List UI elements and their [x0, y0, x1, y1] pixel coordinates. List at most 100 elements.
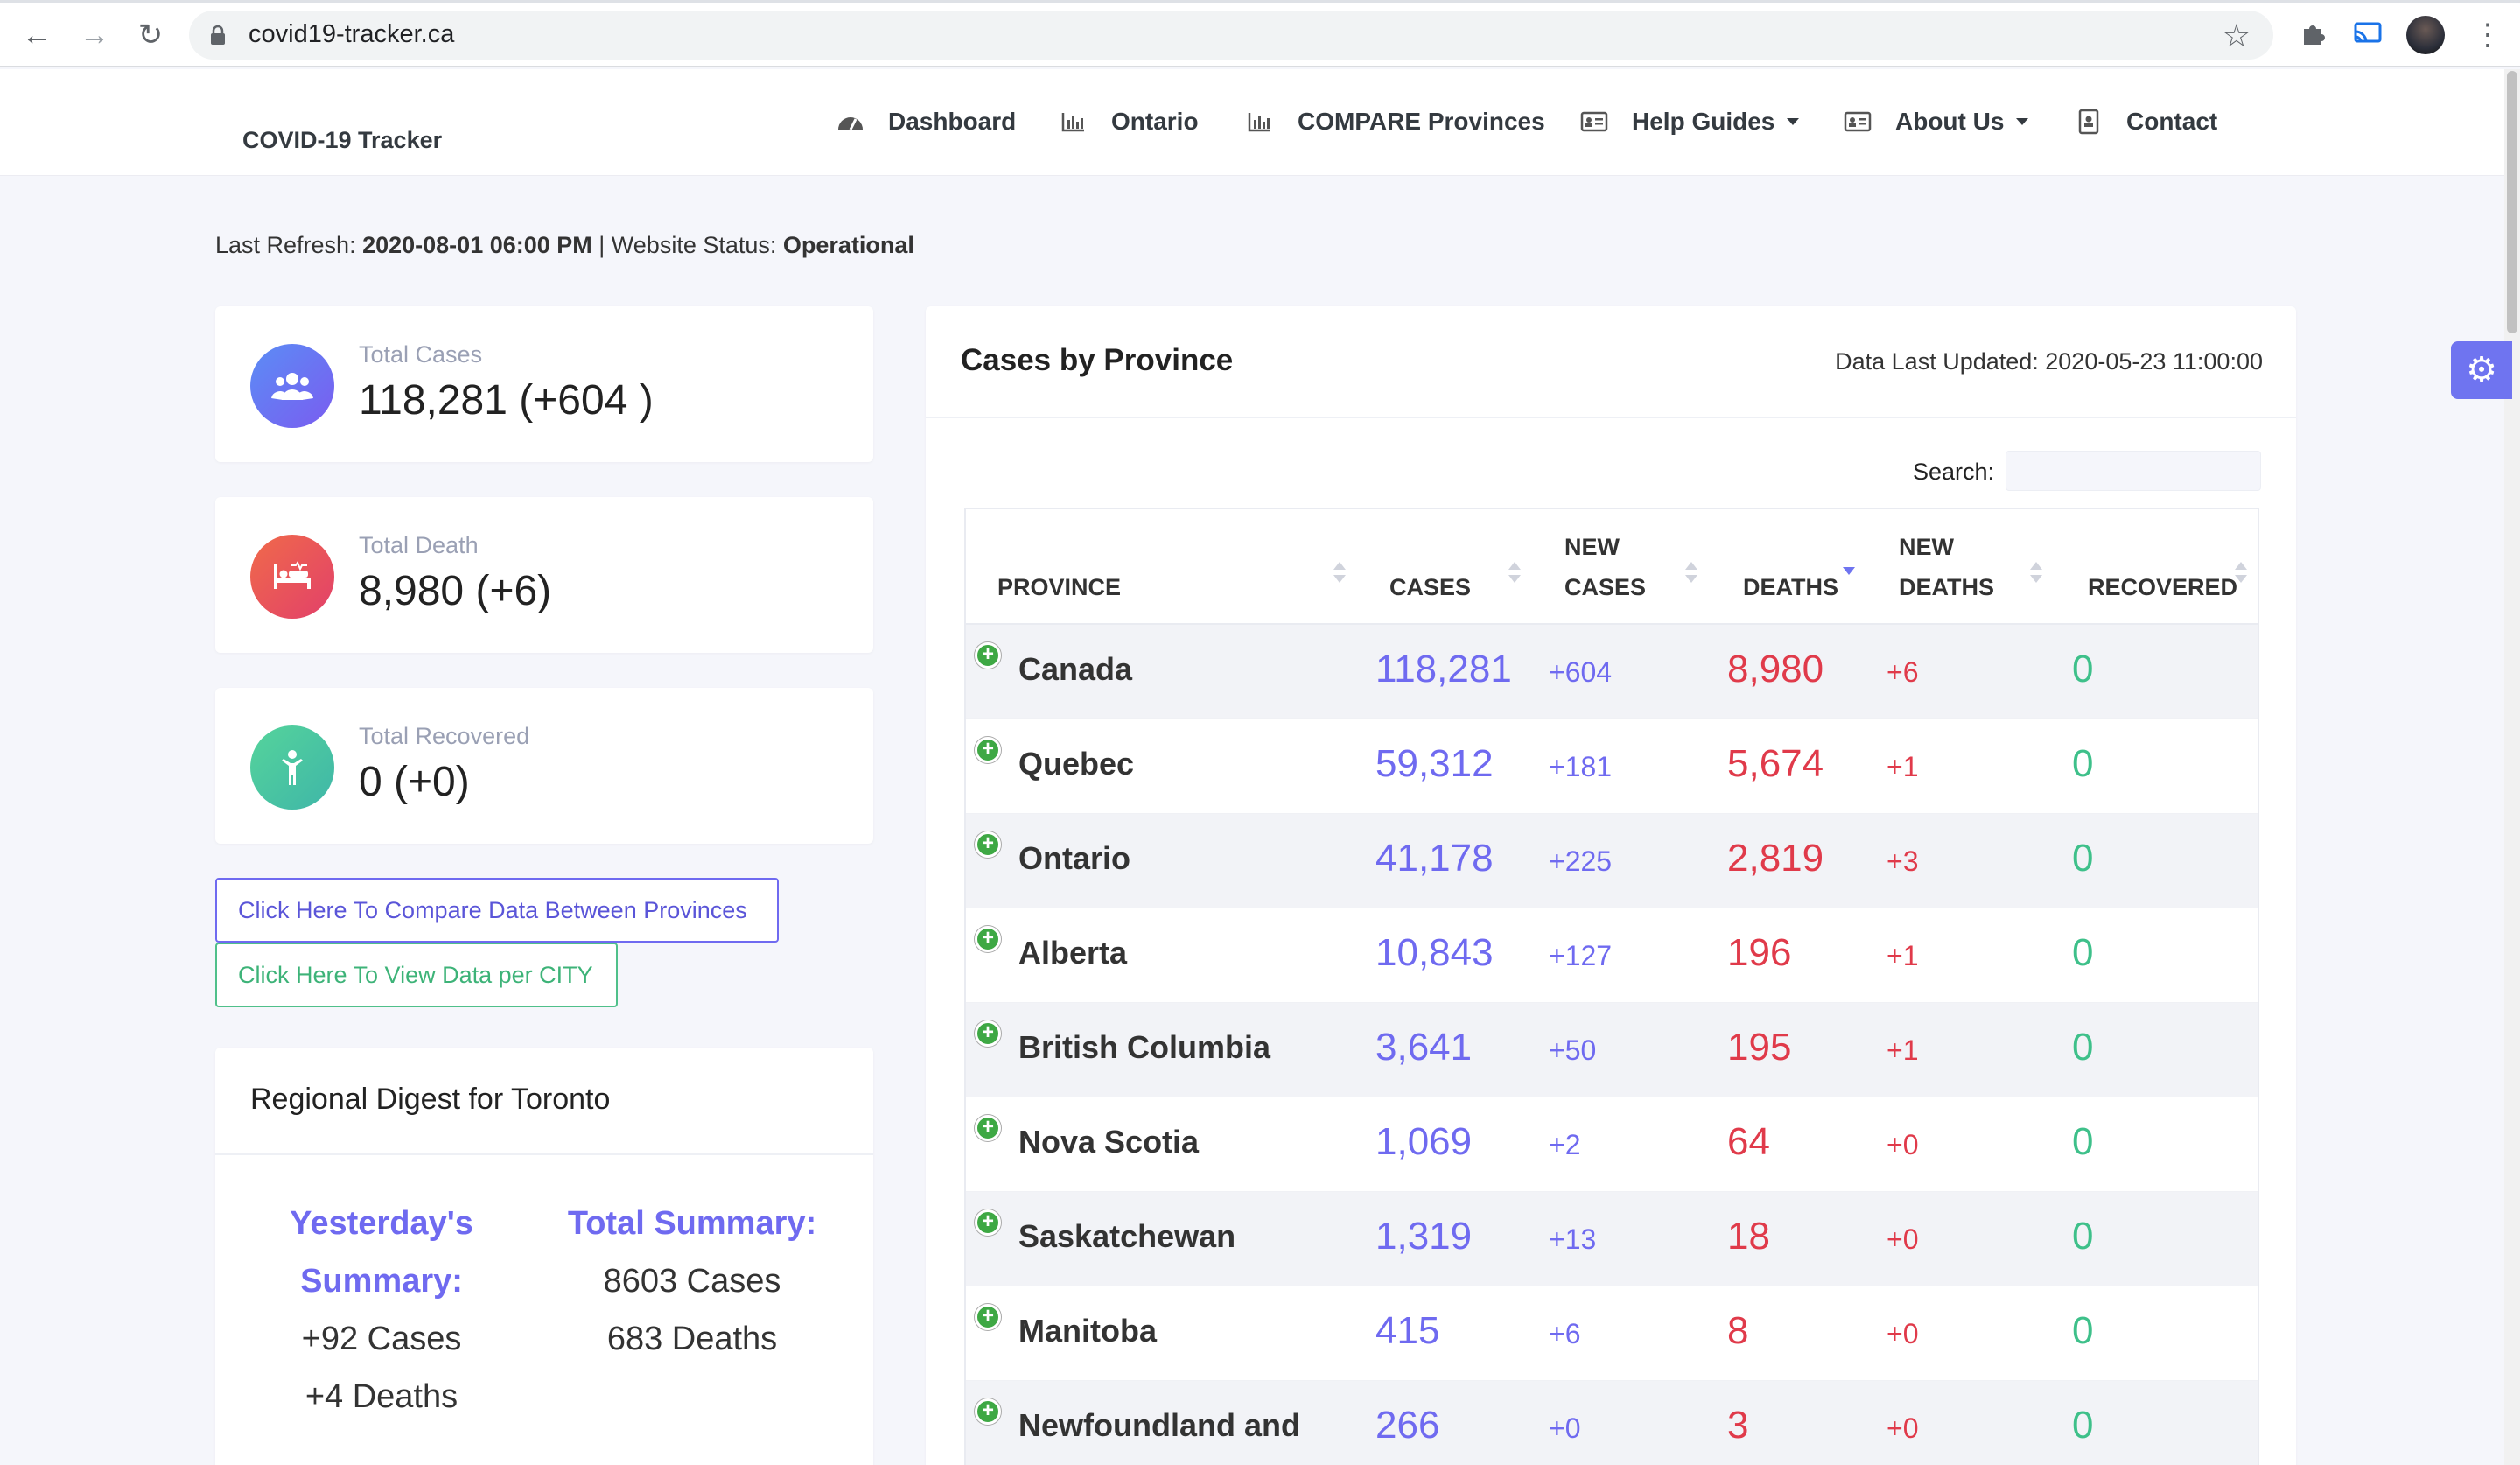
- sort-icon[interactable]: [2030, 562, 2042, 588]
- website-status-value: Operational: [782, 232, 914, 258]
- new-cases-value: +0: [1549, 1412, 1581, 1444]
- table-row[interactable]: + Newfoundland and 266 +0 3 +0 0: [966, 1381, 2258, 1465]
- new-cases-value: +225: [1549, 845, 1613, 877]
- nav-label: COMPARE Provinces: [1298, 108, 1545, 135]
- new-cases-value: +2: [1549, 1129, 1581, 1160]
- cases-value: 59,312: [1376, 742, 1494, 785]
- table-row[interactable]: + Canada 118,281 +604 8,980 +6 0: [966, 625, 2258, 719]
- table-row[interactable]: + British Columbia 3,641 +50 195 +1 0: [966, 1003, 2258, 1097]
- new-deaths-value: +6: [1886, 656, 1919, 688]
- column-header-recovered[interactable]: RECOVERED: [2088, 567, 2237, 607]
- expand-row-plus-icon[interactable]: +: [975, 1115, 1001, 1141]
- total-deaths: 683 Deaths: [606, 1321, 778, 1357]
- view-city-data-button[interactable]: Click Here To View Data per CITY: [215, 943, 618, 1007]
- nav-dashboard[interactable]: Dashboard: [836, 108, 1016, 136]
- deaths-value: 2,819: [1727, 837, 1824, 880]
- column-header-new-deaths[interactable]: NEW DEATHS: [1899, 527, 1994, 607]
- reload-icon[interactable]: ↻: [133, 18, 168, 53]
- yesterday-summary: Yesterday's Summary: +92 Cases +4 Deaths: [285, 1195, 478, 1426]
- sort-icon[interactable]: [1685, 562, 1698, 588]
- card-title: Cases by Province: [961, 343, 1234, 377]
- table-row[interactable]: + Quebec 59,312 +181 5,674 +1 0: [966, 719, 2258, 814]
- id-card-icon: [1579, 109, 1609, 135]
- nav-label: Dashboard: [888, 108, 1017, 135]
- deaths-value: 8: [1727, 1309, 1749, 1352]
- nav-contact[interactable]: Contact: [2074, 108, 2217, 136]
- profile-avatar[interactable]: [2406, 16, 2445, 54]
- extensions-icon[interactable]: [2296, 16, 2331, 51]
- sort-icon[interactable]: [1508, 562, 1521, 588]
- new-deaths-value: +1: [1886, 1034, 1919, 1066]
- page-scrollbar[interactable]: [2504, 69, 2520, 1465]
- tab-strip-edge: [0, 0, 2520, 3]
- site-brand[interactable]: COVID-19 Tracker: [242, 127, 442, 154]
- province-name: Newfoundland and: [1018, 1407, 1300, 1443]
- divider: [215, 1153, 873, 1155]
- cast-icon[interactable]: [2350, 16, 2385, 51]
- compare-provinces-button[interactable]: Click Here To Compare Data Between Provi…: [215, 878, 779, 943]
- url-text[interactable]: covid19-tracker.ca: [248, 20, 454, 49]
- forward-icon[interactable]: →: [77, 18, 112, 53]
- cases-value: 10,843: [1376, 931, 1494, 974]
- scrollbar-thumb[interactable]: [2507, 71, 2517, 333]
- recovered-value: 0: [2072, 742, 2094, 785]
- browser-menu-icon[interactable]: ⋮: [2473, 18, 2502, 53]
- bar-chart-icon: [1059, 109, 1088, 135]
- bookmark-star-icon[interactable]: ☆: [2222, 18, 2250, 54]
- nav-help-guides[interactable]: Help Guides: [1579, 108, 1800, 136]
- recovered-value: 0: [2072, 1309, 2094, 1352]
- column-header-new-cases[interactable]: NEW CASES: [1564, 527, 1646, 607]
- website-status-label: | Website Status:: [598, 232, 777, 258]
- total-cases: 8603 Cases: [603, 1263, 781, 1300]
- sort-icon[interactable]: [1334, 562, 1346, 588]
- expand-row-plus-icon[interactable]: +: [975, 1020, 1001, 1047]
- divider: [926, 417, 2296, 418]
- expand-row-plus-icon[interactable]: +: [975, 926, 1001, 952]
- province-name: Quebec: [1018, 746, 1135, 782]
- expand-row-plus-icon[interactable]: +: [975, 1398, 1001, 1425]
- expand-row-plus-icon[interactable]: +: [975, 642, 1001, 669]
- stat-label: Total Cases: [359, 341, 483, 368]
- table-row[interactable]: + Manitoba 415 +6 8 +0 0: [966, 1286, 2258, 1381]
- nav-label: Ontario: [1111, 108, 1199, 135]
- expand-row-plus-icon[interactable]: +: [975, 737, 1001, 763]
- table-row[interactable]: + Ontario 41,178 +225 2,819 +3 0: [966, 814, 2258, 908]
- new-deaths-value: +1: [1886, 940, 1919, 971]
- total-cases-card: Total Cases 118,281 (+604 ): [215, 306, 873, 462]
- table-header: PROVINCE CASES NEW CASES DEATHS NEW DEATHS…: [966, 509, 2258, 625]
- new-deaths-value: +0: [1886, 1129, 1919, 1160]
- recovered-value: 0: [2072, 1120, 2094, 1163]
- nav-ontario[interactable]: Ontario: [1059, 108, 1199, 136]
- stat-value: 118,281 (+604 ): [359, 377, 654, 424]
- nav-about-us[interactable]: About Us: [1843, 108, 2029, 136]
- id-card-icon: [1843, 109, 1872, 135]
- nav-label: Help Guides: [1632, 108, 1775, 135]
- address-bar[interactable]: covid19-tracker.ca ☆: [189, 11, 2273, 60]
- stat-value: 0 (+0): [359, 759, 470, 805]
- table-row[interactable]: + Nova Scotia 1,069 +2 64 +0 0: [966, 1097, 2258, 1192]
- expand-row-plus-icon[interactable]: +: [975, 1209, 1001, 1236]
- refresh-label: Last Refresh:: [215, 232, 356, 258]
- chevron-down-icon: [1787, 118, 1800, 125]
- new-deaths-value: +0: [1886, 1223, 1919, 1255]
- column-header-cases[interactable]: CASES: [1390, 567, 1471, 607]
- new-cases-value: +181: [1549, 751, 1613, 782]
- column-header-province[interactable]: PROVINCE: [998, 567, 1121, 607]
- search-input[interactable]: [2006, 451, 2261, 491]
- recovered-value: 0: [2072, 648, 2094, 690]
- table-row[interactable]: + Saskatchewan 1,319 +13 18 +0 0: [966, 1192, 2258, 1286]
- expand-row-plus-icon[interactable]: +: [975, 831, 1001, 858]
- expand-row-plus-icon[interactable]: +: [975, 1304, 1001, 1330]
- settings-gear-button[interactable]: ⚙: [2451, 341, 2512, 399]
- table-row[interactable]: + Alberta 10,843 +127 196 +1 0: [966, 908, 2258, 1003]
- nav-compare-provinces[interactable]: COMPARE Provinces: [1245, 108, 1545, 136]
- new-deaths-value: +0: [1886, 1318, 1919, 1349]
- dashboard-gauge-icon: [836, 109, 865, 135]
- column-header-deaths[interactable]: DEATHS: [1743, 567, 1838, 607]
- new-cases-value: +127: [1549, 940, 1613, 971]
- sort-icon[interactable]: [2235, 562, 2247, 588]
- new-cases-value: +50: [1549, 1034, 1597, 1066]
- sort-descending-icon[interactable]: [1843, 562, 1855, 588]
- back-icon[interactable]: ←: [19, 18, 54, 53]
- new-cases-value: +604: [1549, 656, 1613, 688]
